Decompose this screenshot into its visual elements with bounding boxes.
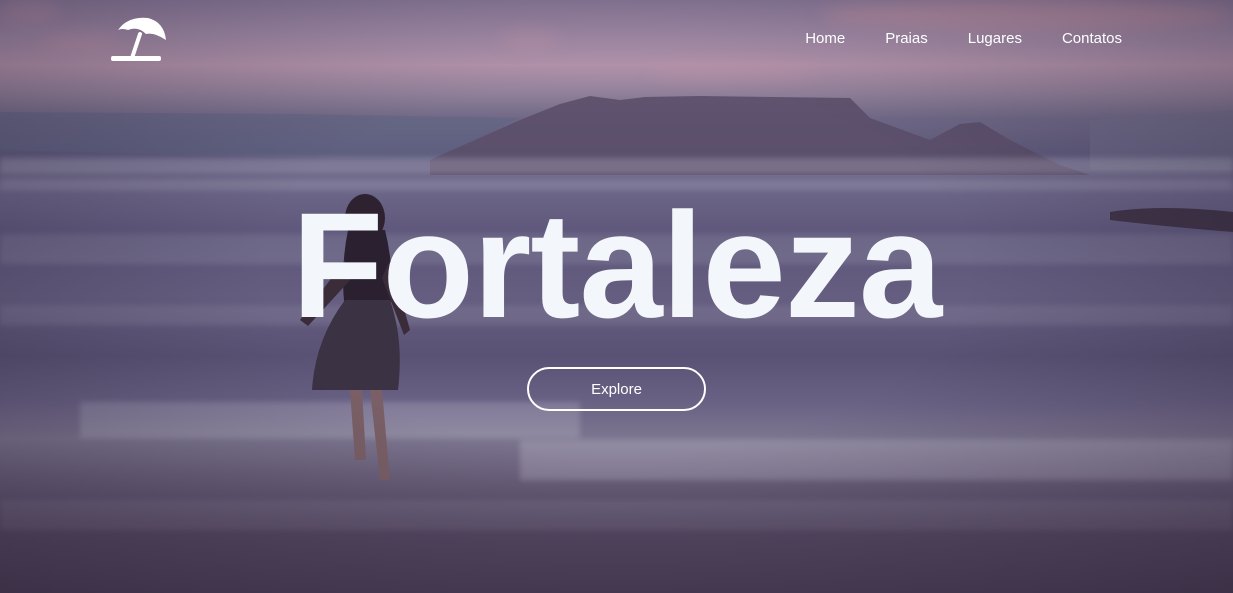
nav-lugares-link[interactable]: Lugares: [968, 30, 1022, 47]
explore-button[interactable]: Explore: [527, 367, 706, 411]
hero-title: Fortaleza: [291, 181, 943, 349]
nav-praias-link[interactable]: Praias: [885, 30, 928, 47]
nav-contatos-link[interactable]: Contatos: [1062, 30, 1122, 47]
nav-home-link[interactable]: Home: [805, 30, 845, 47]
main-nav: Home Praias Lugares Contatos: [805, 30, 1122, 47]
beach-umbrella-icon[interactable]: [108, 14, 168, 64]
